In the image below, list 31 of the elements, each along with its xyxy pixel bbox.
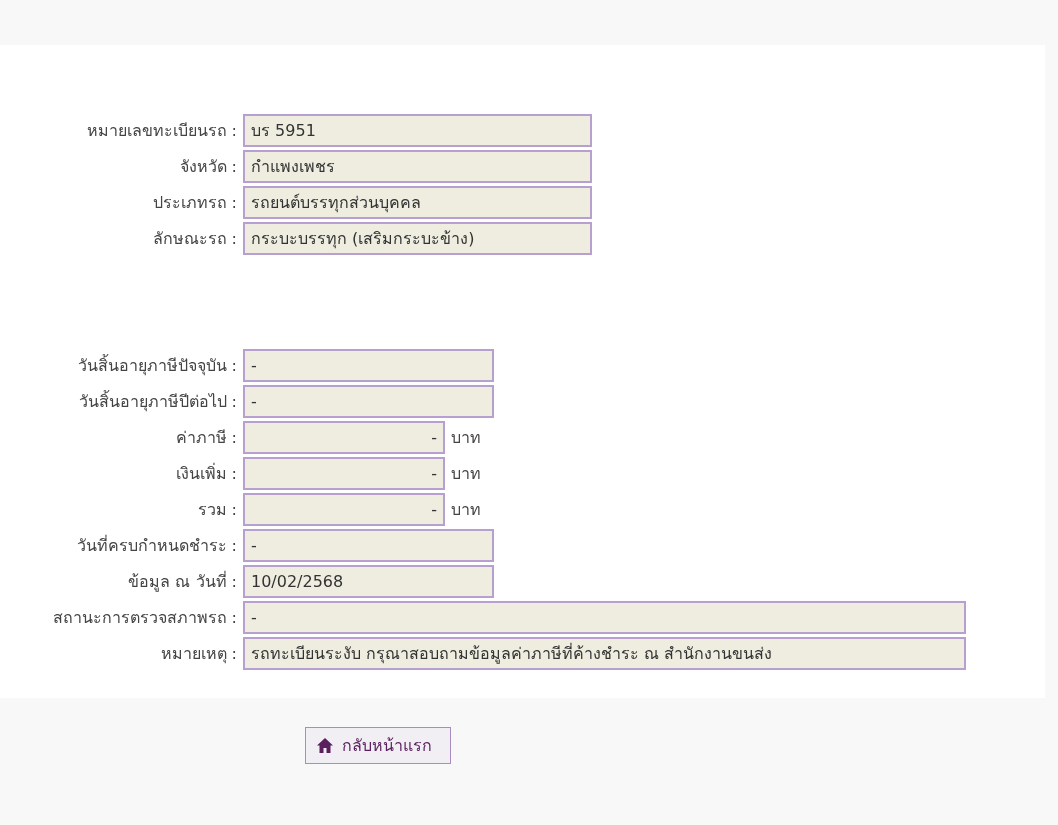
field-label: ประเภทรถ : <box>151 192 238 214</box>
input-field[interactable]: รถทะเบียนระงับ กรุณาสอบถามข้อมูลค่าภาษีที่ค้างชำระ ณ สำนักงานขนส่ง <box>243 637 966 670</box>
input-field[interactable]: กระบะบรรทุก (เสริมกระบะข้าง) <box>243 222 592 255</box>
field-label: วันสิ้นอายุภาษีปัจจุบัน : <box>76 353 238 378</box>
unit-label: บาท <box>451 499 481 521</box>
input-field[interactable]: - <box>243 529 494 562</box>
field-label: สถานะการตรวจสภาพรถ : <box>51 607 238 629</box>
input-field[interactable]: - <box>243 385 494 418</box>
field-label: วันสิ้นอายุภาษีปีต่อไป : <box>77 389 238 414</box>
input-field[interactable]: - <box>243 457 445 490</box>
field-label: จังหวัด : <box>178 156 238 178</box>
field-label: ค่าภาษี : <box>174 427 238 449</box>
unit-label: บาท <box>451 427 481 449</box>
home-icon <box>316 737 334 754</box>
input-field[interactable]: - <box>243 349 494 382</box>
input-field[interactable]: - <box>243 493 445 526</box>
input-field[interactable]: บร 5951 <box>243 114 592 147</box>
input-field[interactable]: 10/02/2568 <box>243 565 494 598</box>
input-field[interactable]: - <box>243 601 966 634</box>
field-label: รวม : <box>196 499 238 521</box>
unit-label: บาท <box>451 463 481 485</box>
input-field[interactable]: รถยนต์บรรทุกส่วนบุคคล <box>243 186 592 219</box>
field-label: ข้อมูล ณ วันที่ : <box>127 570 238 594</box>
field-label: ลักษณะรถ : <box>151 228 238 250</box>
field-label: วันที่ครบกำหนดชำระ : <box>75 534 238 557</box>
home-button[interactable]: กลับหน้าแรก <box>305 727 451 764</box>
input-field[interactable]: - <box>243 421 445 454</box>
field-label: หมายเหตุ : <box>159 643 238 666</box>
field-label: หมายเลขทะเบียนรถ : <box>85 120 238 142</box>
input-field[interactable]: กำแพงเพชร <box>243 150 592 183</box>
field-label: เงินเพิ่ม : <box>174 462 238 485</box>
